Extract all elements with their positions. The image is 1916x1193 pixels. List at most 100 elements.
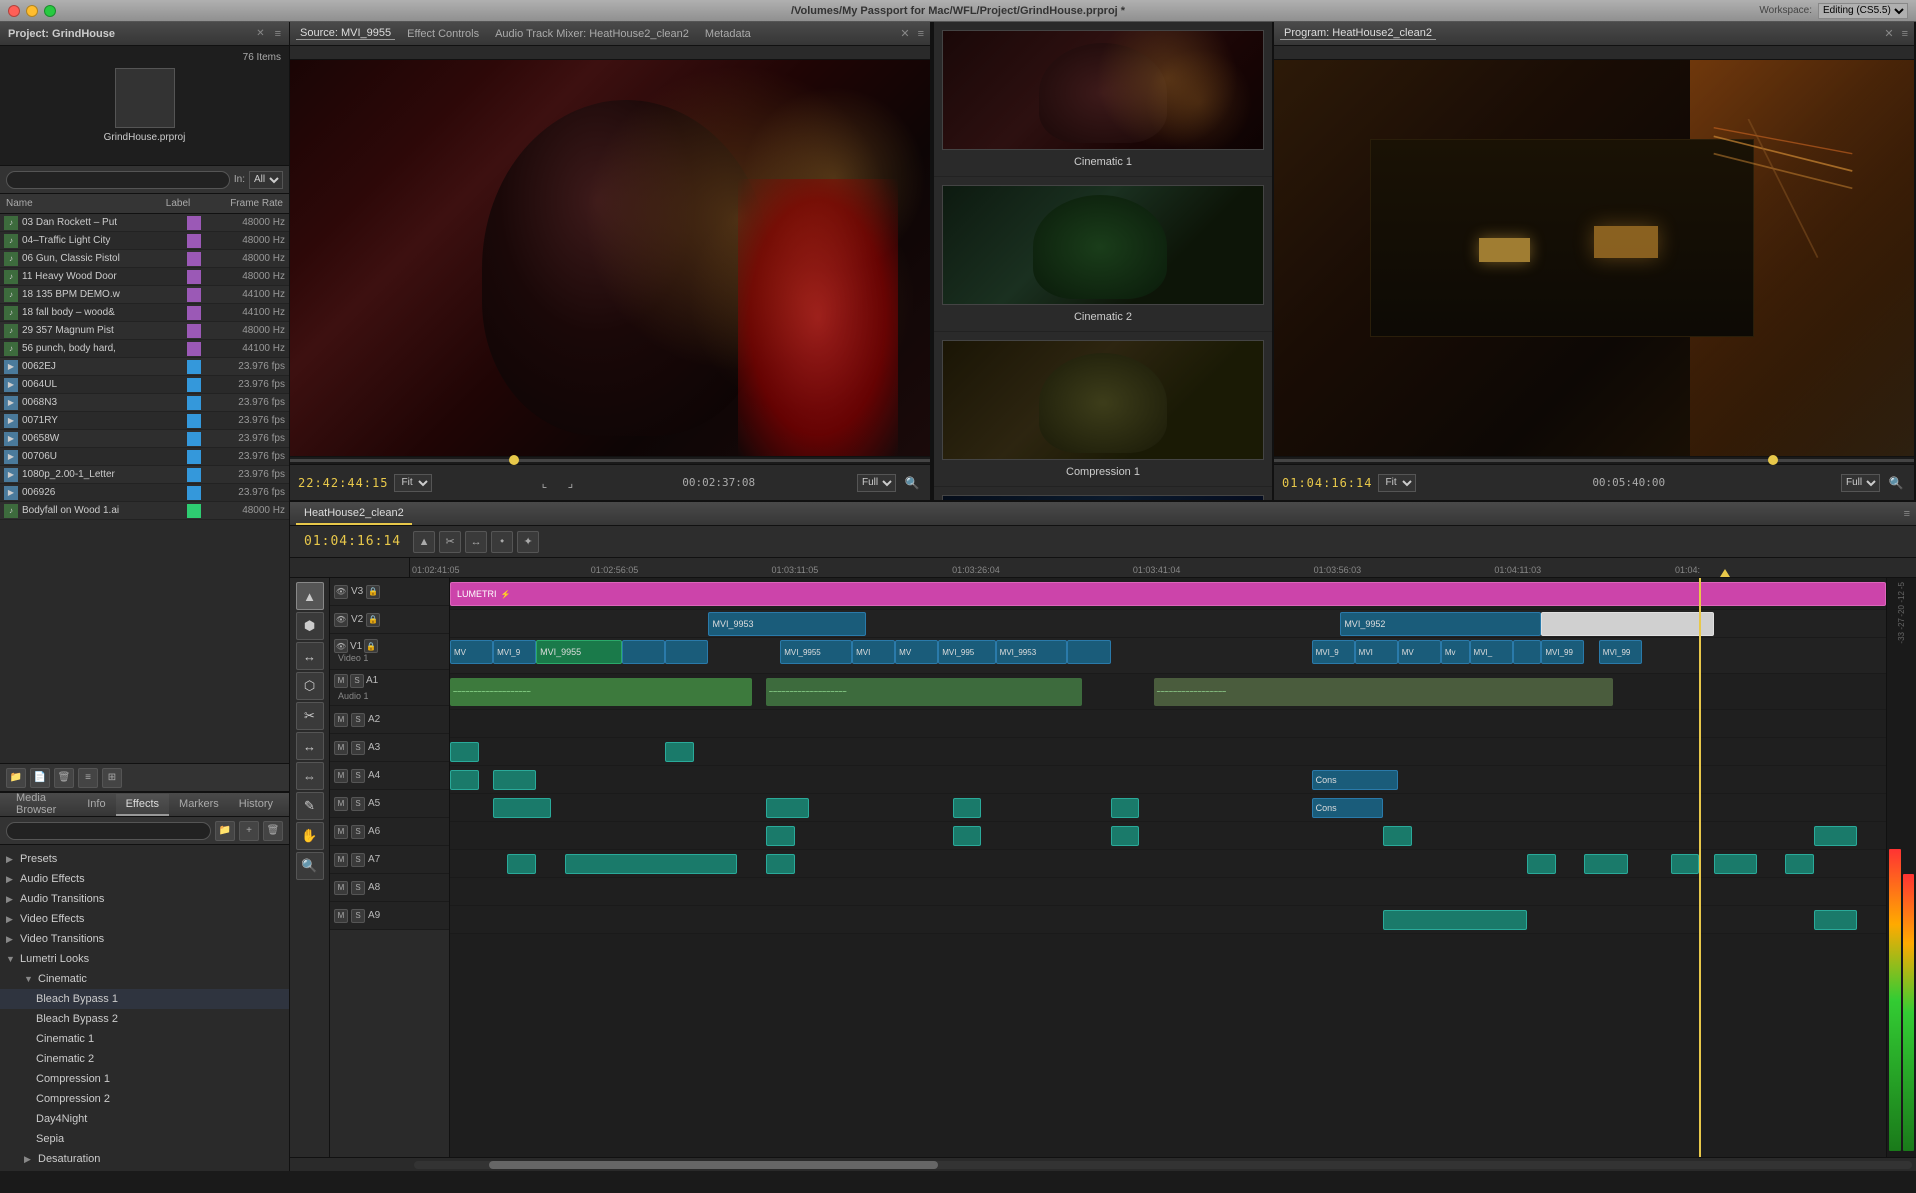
list-item[interactable]: ▶ 00658W 23.976 fps bbox=[0, 430, 289, 448]
tree-cinematic[interactable]: ▼ Cinematic bbox=[0, 969, 289, 989]
list-item[interactable]: ♪ 11 Heavy Wood Door 48000 Hz bbox=[0, 268, 289, 286]
clip-mvi99-v1r[interactable]: MVI_99 bbox=[1541, 640, 1584, 664]
tl-btn-rate[interactable]: ⬩ bbox=[491, 531, 513, 553]
track-solo-a2[interactable]: S bbox=[351, 713, 365, 727]
track-solo-a4[interactable]: S bbox=[351, 769, 365, 783]
program-zoom-button[interactable]: 🔍 bbox=[1886, 473, 1906, 493]
clip-a6b[interactable] bbox=[953, 826, 982, 846]
clip-a7a[interactable] bbox=[507, 854, 536, 874]
track-solo-a1[interactable]: S bbox=[350, 674, 364, 688]
tree-style[interactable]: ▶ Style bbox=[0, 1169, 289, 1171]
source-tab-active[interactable]: Source: MVI_9955 bbox=[296, 27, 395, 40]
program-options[interactable]: ≡ bbox=[1902, 28, 1908, 40]
track-solo-a7[interactable]: S bbox=[351, 853, 365, 867]
tree-desaturation[interactable]: ▶ Desaturation bbox=[0, 1149, 289, 1169]
track-mute-a3[interactable]: M bbox=[334, 741, 348, 755]
workspace-select[interactable]: Editing (CS5.5) bbox=[1818, 3, 1908, 19]
list-item[interactable]: ♪ 56 punch, body hard, 44100 Hz bbox=[0, 340, 289, 358]
clip-v1d[interactable] bbox=[622, 640, 665, 664]
program-scrubber[interactable] bbox=[1274, 456, 1914, 464]
clip-mvi9955-v1c[interactable]: MVI_9955 bbox=[536, 640, 622, 664]
list-item[interactable]: ♪ Bodyfall on Wood 1.ai 48000 Hz bbox=[0, 502, 289, 520]
track-mute-a4[interactable]: M bbox=[334, 769, 348, 783]
program-close[interactable]: ✕ bbox=[1884, 27, 1893, 40]
new-item-button[interactable]: 📄 bbox=[30, 768, 50, 788]
project-search[interactable] bbox=[6, 171, 230, 189]
track-lock-v3[interactable]: 🔒 bbox=[366, 585, 380, 599]
effects-new-folder[interactable]: 📁 bbox=[215, 821, 235, 841]
clip-mvi-v1g[interactable]: MVI bbox=[852, 640, 895, 664]
tool-roll[interactable]: ↔ bbox=[296, 642, 324, 670]
effects-search[interactable] bbox=[6, 822, 211, 840]
track-eye-v1[interactable]: 👁 bbox=[334, 639, 348, 653]
source-monitor-options[interactable]: ≡ bbox=[918, 28, 924, 40]
project-menu[interactable]: ≡ bbox=[275, 28, 281, 40]
tool-hand[interactable]: ✋ bbox=[296, 822, 324, 850]
clip-a6a[interactable] bbox=[766, 826, 795, 846]
clip-mvi9952-v2[interactable]: MVI_9952 bbox=[1340, 612, 1541, 636]
maximize-button[interactable] bbox=[44, 5, 56, 17]
program-quality-select[interactable]: Full bbox=[1841, 474, 1880, 492]
track-solo-a8[interactable]: S bbox=[351, 881, 365, 895]
clip-mvi99s-v1s[interactable]: MVI_99 bbox=[1599, 640, 1642, 664]
tree-day4night[interactable]: Day4Night bbox=[0, 1109, 289, 1129]
list-item[interactable]: ♪ 04–Traffic Light City 48000 Hz bbox=[0, 232, 289, 250]
track-solo-a6[interactable]: S bbox=[351, 825, 365, 839]
tool-slide[interactable]: ⇔ bbox=[296, 762, 324, 790]
tree-sepia[interactable]: Sepia bbox=[0, 1129, 289, 1149]
clip-mv-v1a[interactable]: MV bbox=[450, 640, 493, 664]
track-mute-a9[interactable]: M bbox=[334, 909, 348, 923]
track-a5-row[interactable]: Cons bbox=[450, 794, 1886, 822]
track-a4-row[interactable]: Cons bbox=[450, 766, 1886, 794]
program-video[interactable] bbox=[1274, 60, 1914, 456]
clip-a5b[interactable] bbox=[766, 798, 809, 818]
source-tab-effect-controls[interactable]: Effect Controls bbox=[403, 28, 483, 40]
track-v3-row[interactable]: LUMETRI ⚡ bbox=[450, 578, 1886, 610]
tool-pen[interactable]: ✎ bbox=[296, 792, 324, 820]
track-v1-row[interactable]: MV MVI_9 MVI_9955 MVI_9955 MVI MV MVI_99… bbox=[450, 638, 1886, 674]
clip-a4a[interactable] bbox=[450, 770, 479, 790]
track-a1-row[interactable]: ~~~~~~~~~~~~~~~~~~~ ~~~~~~~~~~~~~~~~~~~ … bbox=[450, 674, 1886, 710]
clip-a4b[interactable] bbox=[493, 770, 536, 790]
program-scrubber-head[interactable] bbox=[1768, 455, 1778, 465]
clip-mvi9-v1b[interactable]: MVI_9 bbox=[493, 640, 536, 664]
zoom-button[interactable]: 🔍 bbox=[902, 473, 922, 493]
cons-clip-1[interactable]: Cons bbox=[1312, 770, 1398, 790]
audio-clip-a1c[interactable]: ~~~~~~~~~~~~~~~~~ bbox=[1154, 678, 1614, 706]
tree-compression-2[interactable]: Compression 2 bbox=[0, 1089, 289, 1109]
tree-audio-transitions[interactable]: ▶ Audio Transitions bbox=[0, 889, 289, 909]
track-a8-row[interactable] bbox=[450, 878, 1886, 906]
clip-a9b[interactable] bbox=[1814, 910, 1857, 930]
source-fit-select[interactable]: Fit bbox=[394, 474, 432, 492]
tree-video-transitions[interactable]: ▶ Video Transitions bbox=[0, 929, 289, 949]
clip-a6e[interactable] bbox=[1814, 826, 1857, 846]
tool-zoom[interactable]: 🔍 bbox=[296, 852, 324, 880]
track-mute-a8[interactable]: M bbox=[334, 881, 348, 895]
tree-compression-1[interactable]: Compression 1 bbox=[0, 1069, 289, 1089]
clip-mv-v1n[interactable]: MV bbox=[1398, 640, 1441, 664]
clip-a7b[interactable] bbox=[565, 854, 737, 874]
mark-in-button[interactable]: ⌞ bbox=[534, 473, 554, 493]
audio-clip-a1a[interactable]: ~~~~~~~~~~~~~~~~~~~ bbox=[450, 678, 752, 706]
tree-lumetri-looks[interactable]: ▼ Lumetri Looks bbox=[0, 949, 289, 969]
tool-razor[interactable]: ✂ bbox=[296, 702, 324, 730]
list-item[interactable]: ♪ 03 Dan Rockett – Put 48000 Hz bbox=[0, 214, 289, 232]
tool-slip[interactable]: ↔ bbox=[296, 732, 324, 760]
track-mute-a5[interactable]: M bbox=[334, 797, 348, 811]
clip-a7g[interactable] bbox=[1714, 854, 1757, 874]
timeline-options[interactable]: ≡ bbox=[1904, 508, 1910, 520]
window-controls[interactable] bbox=[8, 5, 56, 17]
thumb-compression2[interactable]: Compression 2 bbox=[934, 487, 1272, 500]
list-item[interactable]: ♪ 06 Gun, Classic Pistol 48000 Hz bbox=[0, 250, 289, 268]
source-tab-metadata[interactable]: Metadata bbox=[701, 28, 755, 40]
clip-mvi9953-v1j[interactable]: MVI_9953 bbox=[996, 640, 1068, 664]
list-item[interactable]: ♪ 29 357 Magnum Pist 48000 Hz bbox=[0, 322, 289, 340]
track-mute-a6[interactable]: M bbox=[334, 825, 348, 839]
mark-out-button[interactable]: ⌟ bbox=[560, 473, 580, 493]
tab-media-browser[interactable]: Media Browser bbox=[6, 794, 77, 816]
timeline-tab[interactable]: HeatHouse2_clean2 bbox=[296, 503, 412, 525]
tl-btn-slip[interactable]: ✦ bbox=[517, 531, 539, 553]
track-a7-row[interactable] bbox=[450, 850, 1886, 878]
clip-a3a[interactable] bbox=[450, 742, 479, 762]
scroll-track[interactable] bbox=[414, 1161, 1912, 1169]
